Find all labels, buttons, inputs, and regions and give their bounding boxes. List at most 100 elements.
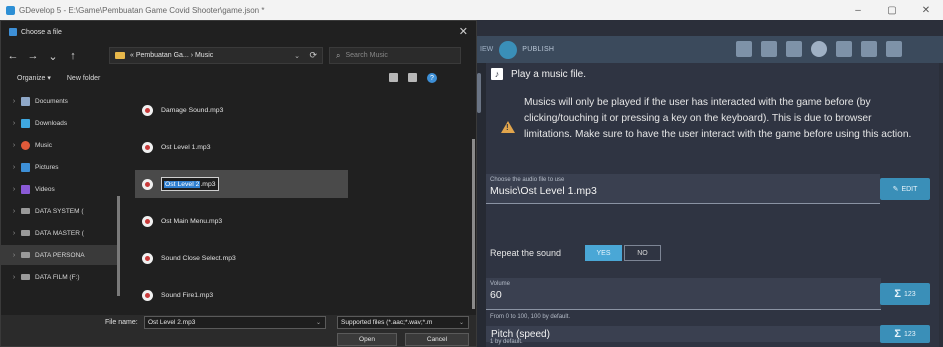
file-item-damage-sound[interactable]: Damage Sound.mp3 bbox=[135, 96, 348, 124]
breadcrumb[interactable]: « Pembuatan Ga... › Music bbox=[130, 52, 213, 59]
search-input[interactable]: Search Music bbox=[345, 52, 387, 59]
publish-button[interactable]: PUBLISH bbox=[522, 46, 554, 53]
warning-text: Musics will only be played if the user h… bbox=[524, 97, 912, 140]
action-editor-panel: ♪ Play a music file. ! Musics will only … bbox=[486, 63, 939, 347]
file-list-scrollbar[interactable] bbox=[472, 139, 475, 309]
expand-chevron-icon[interactable]: › bbox=[7, 120, 21, 127]
file-item-ost-level-1[interactable]: Ost Level 1.mp3 bbox=[135, 133, 348, 161]
file-item-sound-close-select[interactable]: Sound Close Select.mp3 bbox=[135, 244, 348, 272]
expand-chevron-icon[interactable]: › bbox=[7, 230, 21, 237]
delete-icon[interactable] bbox=[836, 41, 852, 57]
address-bar[interactable]: « Pembuatan Ga... › Music ⌄ ⟳ bbox=[109, 47, 323, 64]
tree-item-label: Videos bbox=[35, 185, 55, 193]
new-folder-button[interactable]: New folder bbox=[67, 75, 100, 82]
file-dialog-footer: File name: Ost Level 2.mp3 ⌄ Supported f… bbox=[1, 315, 476, 346]
rename-extension: .mp3 bbox=[200, 180, 216, 188]
file-item-ost-main-menu[interactable]: Ost Main Menu.mp3 bbox=[135, 207, 348, 235]
minimize-button[interactable]: – bbox=[841, 5, 875, 16]
search-box[interactable]: ⌕ Search Music bbox=[329, 47, 461, 64]
help-icon[interactable]: ? bbox=[427, 73, 437, 83]
file-dialog-close-button[interactable]: ✕ bbox=[459, 25, 468, 38]
tree-item-label: DATA SYSTEM ( bbox=[35, 207, 84, 215]
organize-button[interactable]: Organize ▾ bbox=[17, 74, 51, 82]
navigation-tree: › Documents › Downloads › Music › Pictur… bbox=[1, 91, 121, 313]
maximize-button[interactable]: ▢ bbox=[875, 5, 909, 16]
tree-item-videos[interactable]: › Videos bbox=[1, 179, 119, 199]
events-scrollbar[interactable] bbox=[477, 73, 481, 113]
add-comment-icon[interactable] bbox=[786, 41, 802, 57]
tree-scrollbar[interactable] bbox=[117, 196, 120, 296]
file-item-sound-fire1[interactable]: Sound Fire1.mp3 bbox=[135, 281, 348, 309]
redo-icon[interactable] bbox=[886, 41, 902, 57]
repeat-no-button[interactable]: NO bbox=[624, 245, 661, 261]
file-name: Sound Close Select.mp3 bbox=[161, 254, 236, 262]
add-other-icon[interactable] bbox=[811, 41, 827, 57]
recent-dropdown-icon[interactable]: ⌄ bbox=[45, 50, 61, 63]
music-icon bbox=[21, 140, 30, 150]
pitch-expression-button[interactable]: Σ 123 bbox=[880, 325, 930, 343]
tree-item-downloads[interactable]: › Downloads bbox=[1, 113, 119, 133]
file-name-dropdown-icon[interactable]: ⌄ bbox=[316, 319, 321, 326]
window-title: GDevelop 5 - E:\Game\Pembuatan Game Covi… bbox=[19, 5, 265, 15]
rename-input[interactable]: Ost Level 2 .mp3 bbox=[161, 177, 219, 191]
toolbar-preview-label[interactable]: IEW bbox=[480, 46, 493, 53]
file-item-ost-level-2[interactable]: Ost Level 2 .mp3 bbox=[135, 170, 348, 198]
volume-value[interactable]: 60 bbox=[490, 289, 502, 301]
tree-item-documents[interactable]: › Documents bbox=[1, 91, 119, 111]
pitch-help: 1 by default. bbox=[490, 339, 523, 345]
window-close-button[interactable]: ✕ bbox=[909, 5, 943, 16]
add-subevent-icon[interactable] bbox=[761, 41, 777, 57]
file-name-label: File name: bbox=[105, 319, 138, 326]
up-arrow-icon[interactable]: ↑ bbox=[65, 50, 81, 62]
audio-file-value[interactable]: Music\Ost Level 1.mp3 bbox=[490, 185, 597, 197]
file-type-dropdown-icon[interactable]: ⌄ bbox=[459, 319, 464, 326]
tree-item-label: Pictures bbox=[35, 163, 59, 171]
music-note-icon: ♪ bbox=[491, 68, 503, 80]
tree-item-data-system[interactable]: › DATA SYSTEM ( bbox=[1, 201, 119, 221]
tree-item-pictures[interactable]: › Pictures bbox=[1, 157, 119, 177]
address-dropdown-icon[interactable]: ⌄ bbox=[294, 52, 300, 60]
tree-item-data-film[interactable]: › DATA FILM (F:) bbox=[1, 267, 119, 287]
file-name-input-value: Ost Level 2.mp3 bbox=[148, 319, 196, 326]
file-name: Ost Main Menu.mp3 bbox=[161, 217, 223, 225]
search-icon: ⌕ bbox=[336, 50, 341, 60]
file-name: Damage Sound.mp3 bbox=[161, 106, 224, 114]
edit-button[interactable]: ✎ EDIT bbox=[880, 178, 930, 200]
pencil-icon: ✎ bbox=[892, 186, 899, 193]
preview-pane-icon[interactable] bbox=[408, 73, 417, 82]
videos-icon bbox=[21, 184, 30, 194]
repeat-yes-button[interactable]: YES bbox=[585, 245, 622, 261]
forward-arrow-icon[interactable]: → bbox=[25, 50, 41, 62]
expand-chevron-icon[interactable]: › bbox=[7, 186, 21, 193]
file-name-input[interactable]: Ost Level 2.mp3 ⌄ bbox=[144, 316, 326, 329]
back-arrow-icon[interactable]: ← bbox=[5, 50, 21, 62]
undo-icon[interactable] bbox=[861, 41, 877, 57]
cancel-button[interactable]: Cancel bbox=[405, 333, 469, 346]
pictures-icon bbox=[21, 162, 30, 172]
file-list: Damage Sound.mp3 Ost Level 1.mp3 Ost Lev… bbox=[123, 91, 475, 313]
file-type-select[interactable]: Supported files (*.aac;*.wav;*.m ⌄ bbox=[337, 316, 469, 329]
change-view-icon[interactable] bbox=[389, 73, 398, 82]
expand-chevron-icon[interactable]: › bbox=[7, 98, 21, 105]
expand-chevron-icon[interactable]: › bbox=[7, 142, 21, 149]
expand-chevron-icon[interactable]: › bbox=[7, 274, 21, 281]
volume-label: Volume bbox=[490, 281, 511, 287]
audio-file-icon bbox=[142, 178, 153, 190]
expand-chevron-icon[interactable]: › bbox=[7, 252, 21, 259]
tree-item-data-master[interactable]: › DATA MASTER ( bbox=[1, 223, 119, 243]
publish-icon[interactable] bbox=[499, 40, 518, 59]
refresh-icon[interactable]: ⟳ bbox=[309, 50, 317, 61]
pitch-field[interactable]: Pitch (speed) bbox=[486, 326, 881, 342]
add-event-icon[interactable] bbox=[736, 41, 752, 57]
downloads-icon bbox=[21, 118, 30, 128]
tree-item-data-persona[interactable]: › DATA PERSONA bbox=[1, 245, 119, 265]
volume-field[interactable]: Volume 60 bbox=[486, 278, 881, 310]
tree-item-music[interactable]: › Music bbox=[1, 135, 119, 155]
file-dialog-titlebar: Choose a file ✕ bbox=[1, 21, 476, 43]
expand-chevron-icon[interactable]: › bbox=[7, 164, 21, 171]
open-button[interactable]: Open bbox=[337, 333, 397, 346]
volume-expression-button[interactable]: Σ 123 bbox=[880, 283, 930, 305]
audio-file-field[interactable]: Choose the audio file to use Music\Ost L… bbox=[486, 174, 880, 204]
expand-chevron-icon[interactable]: › bbox=[7, 208, 21, 215]
audio-file-icon bbox=[142, 252, 153, 264]
